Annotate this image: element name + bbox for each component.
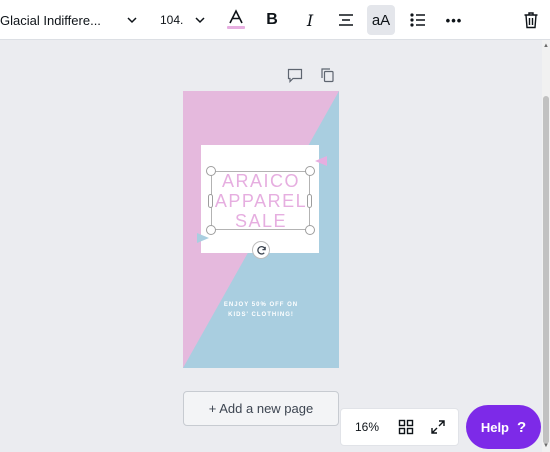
editor-toolbar: Glacial Indiffere... 104. B I aA ••• <box>0 0 550 40</box>
zoom-controls: 16% <box>340 408 459 446</box>
trash-icon[interactable] <box>517 0 545 40</box>
resize-handle-left[interactable] <box>208 194 213 208</box>
bold-icon: B <box>266 11 278 28</box>
chevron-down-icon[interactable] <box>190 0 210 40</box>
scroll-up-arrow-icon[interactable]: ▲ <box>542 42 550 50</box>
more-icon: ••• <box>445 12 463 28</box>
add-page-label: + Add a new page <box>208 401 314 416</box>
resize-handle-right[interactable] <box>307 194 312 208</box>
text-color-icon[interactable] <box>222 0 250 40</box>
promo-text[interactable]: ENJOY 50% OFF ON KIDS' CLOTHING! <box>183 300 339 320</box>
grid-view-icon[interactable] <box>397 418 415 436</box>
expand-icon[interactable] <box>429 418 447 436</box>
italic-button[interactable]: I <box>296 0 324 40</box>
help-button[interactable]: Help ? <box>466 405 541 449</box>
promo-line: KIDS' CLOTHING! <box>228 312 294 318</box>
add-page-button[interactable]: + Add a new page <box>183 391 339 426</box>
align-center-icon[interactable] <box>332 0 360 40</box>
duplicate-icon[interactable] <box>318 66 336 84</box>
resize-handle-bottom-left[interactable] <box>206 225 216 235</box>
vertical-scrollbar[interactable]: ▲ ▼ <box>542 40 550 452</box>
resize-handle-bottom-right[interactable] <box>305 225 315 235</box>
more-options-button[interactable]: ••• <box>440 0 468 40</box>
letter-case-button[interactable]: aA <box>367 5 395 35</box>
chevron-down-icon[interactable] <box>122 0 142 40</box>
font-family-selector[interactable]: Glacial Indiffere... <box>0 0 118 40</box>
promo-line: ENJOY 50% OFF ON <box>223 302 299 308</box>
scrollbar-thumb[interactable] <box>543 96 549 444</box>
bulleted-list-icon[interactable] <box>404 0 432 40</box>
font-size-value: 104. <box>160 13 184 27</box>
pink-triangle-decoration <box>315 156 327 166</box>
help-label: Help <box>480 419 509 435</box>
letter-case-icon: aA <box>371 11 391 29</box>
italic-icon: I <box>306 10 314 30</box>
rotate-icon[interactable] <box>252 241 270 259</box>
comment-icon[interactable] <box>286 66 304 84</box>
scroll-down-arrow-icon[interactable]: ▼ <box>542 442 550 450</box>
font-size-input[interactable]: 104. <box>160 0 188 40</box>
resize-handle-top-right[interactable] <box>305 166 315 176</box>
zoom-value: 16% <box>355 420 380 434</box>
bold-button[interactable]: B <box>258 0 286 40</box>
resize-handle-top-left[interactable] <box>206 166 216 176</box>
font-family-label: Glacial Indiffere... <box>0 12 101 28</box>
blue-triangle-decoration <box>197 233 209 243</box>
zoom-level[interactable]: 16% <box>355 409 379 445</box>
selection-box <box>211 171 310 230</box>
question-icon: ? <box>517 418 527 436</box>
